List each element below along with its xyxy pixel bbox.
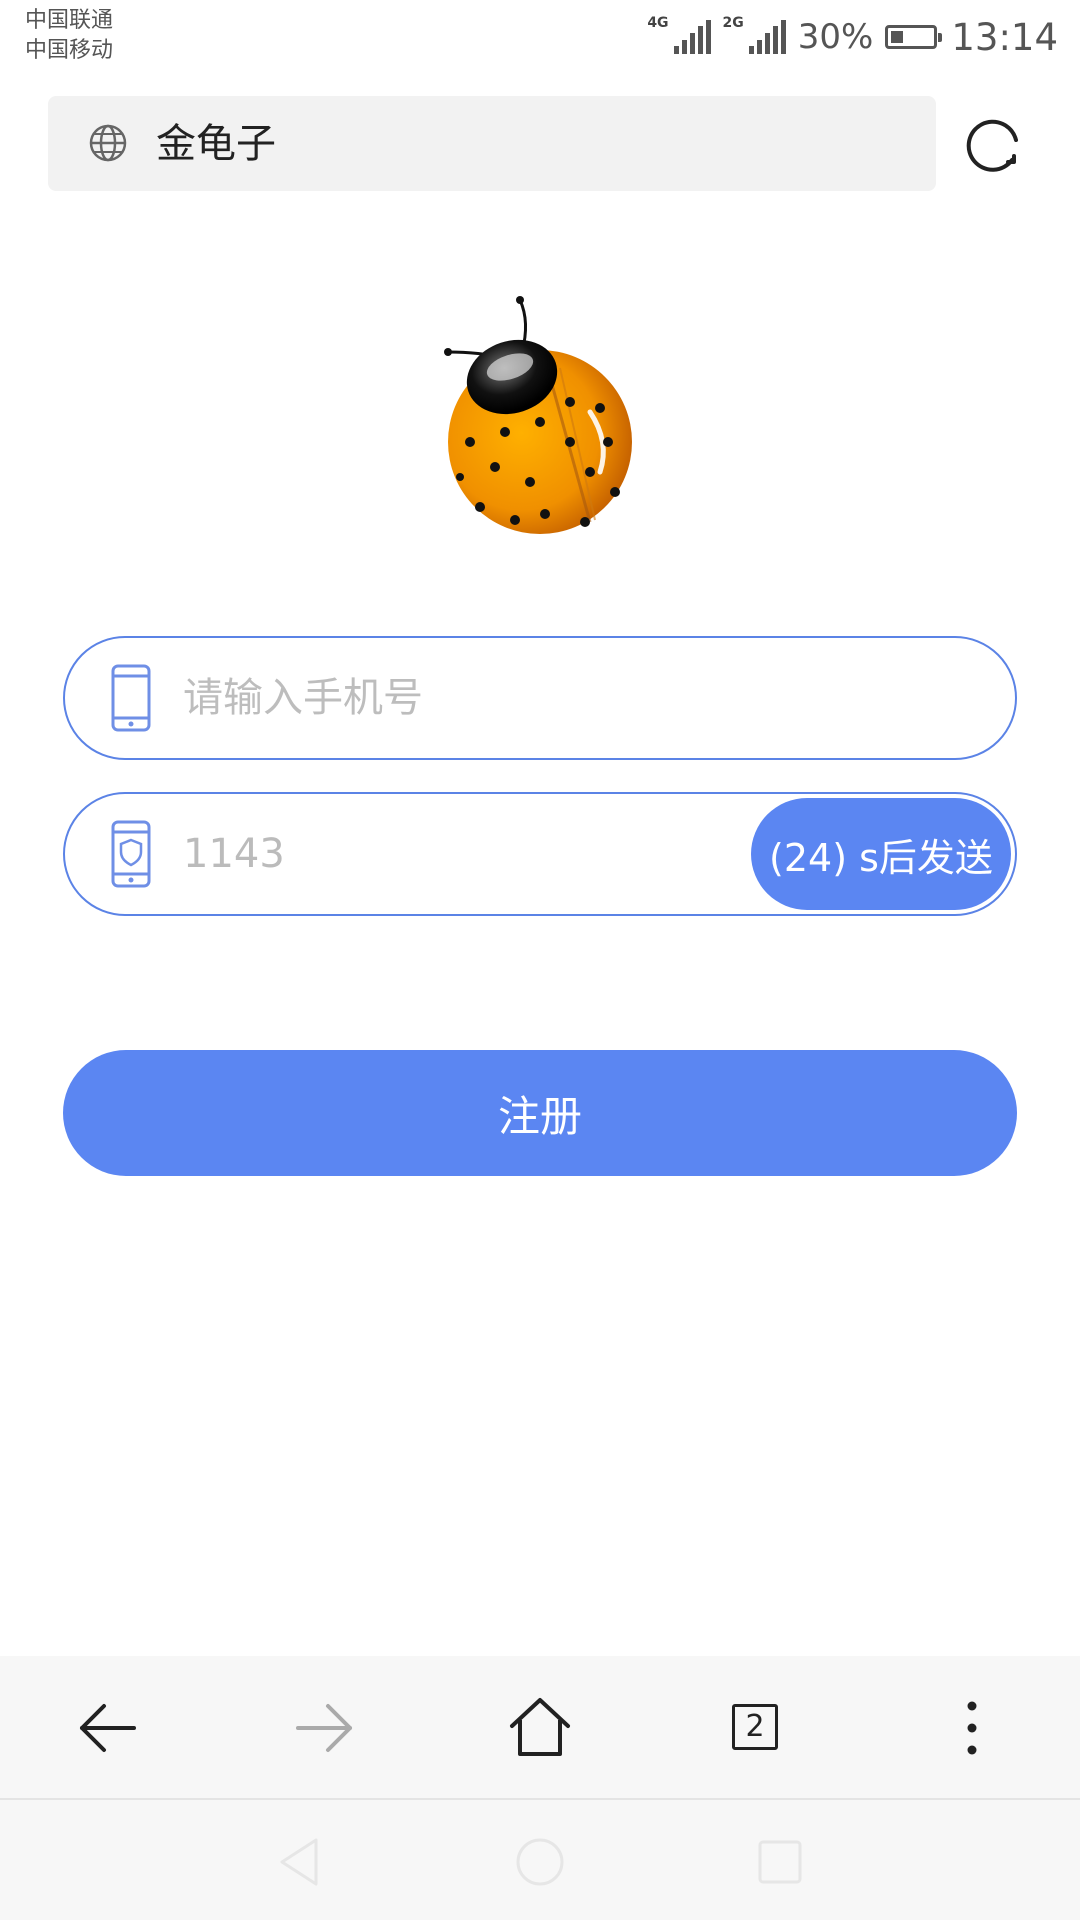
system-nav-bar: [0, 1800, 1080, 1920]
network-type-1: 4G: [647, 15, 669, 31]
phone-icon: [111, 664, 151, 732]
tabs-button[interactable]: 2: [732, 1704, 778, 1750]
status-bar: 中国联通 中国移动 4G 2G 30% ⚡ 13:14: [0, 0, 1080, 80]
signal-icon: [671, 20, 711, 54]
clock: 13:14: [951, 15, 1058, 59]
globe-icon: [89, 124, 127, 162]
browser-toolbar: 2: [0, 1656, 1080, 1800]
nav-back-icon[interactable]: [272, 1834, 328, 1890]
verification-code-input[interactable]: 1143: [183, 818, 285, 890]
phone-field[interactable]: [63, 636, 1017, 760]
shield-phone-icon: [111, 820, 151, 888]
carrier-2: 中国移动: [25, 38, 114, 63]
network-type-2: 2G: [722, 15, 744, 31]
address-bar[interactable]: 金龟子: [48, 96, 936, 191]
arrow-left-icon[interactable]: [72, 1692, 144, 1764]
nav-home-icon[interactable]: [512, 1834, 568, 1890]
page-title: 金龟子: [156, 121, 276, 167]
phone-input[interactable]: [183, 662, 783, 734]
verification-code-field[interactable]: 1143 (24) s后发送: [63, 792, 1017, 916]
home-icon[interactable]: [504, 1692, 576, 1764]
send-code-button[interactable]: (24) s后发送: [751, 798, 1011, 910]
carrier-info: 中国联通 中国移动: [25, 6, 113, 66]
refresh-icon[interactable]: [964, 116, 1026, 178]
battery-percent: 30%: [797, 17, 874, 57]
arrow-right-icon[interactable]: [288, 1692, 360, 1764]
battery-icon: ⚡: [885, 25, 943, 49]
nav-recents-icon[interactable]: [752, 1834, 808, 1890]
signal-icon: [746, 20, 786, 54]
more-vertical-icon[interactable]: [936, 1692, 1008, 1764]
carrier-1: 中国联通: [25, 8, 114, 33]
register-button[interactable]: 注册: [63, 1050, 1017, 1176]
status-indicators: 4G 2G 30% ⚡ 13:14: [647, 12, 1058, 62]
ladybug-logo: [444, 296, 632, 534]
